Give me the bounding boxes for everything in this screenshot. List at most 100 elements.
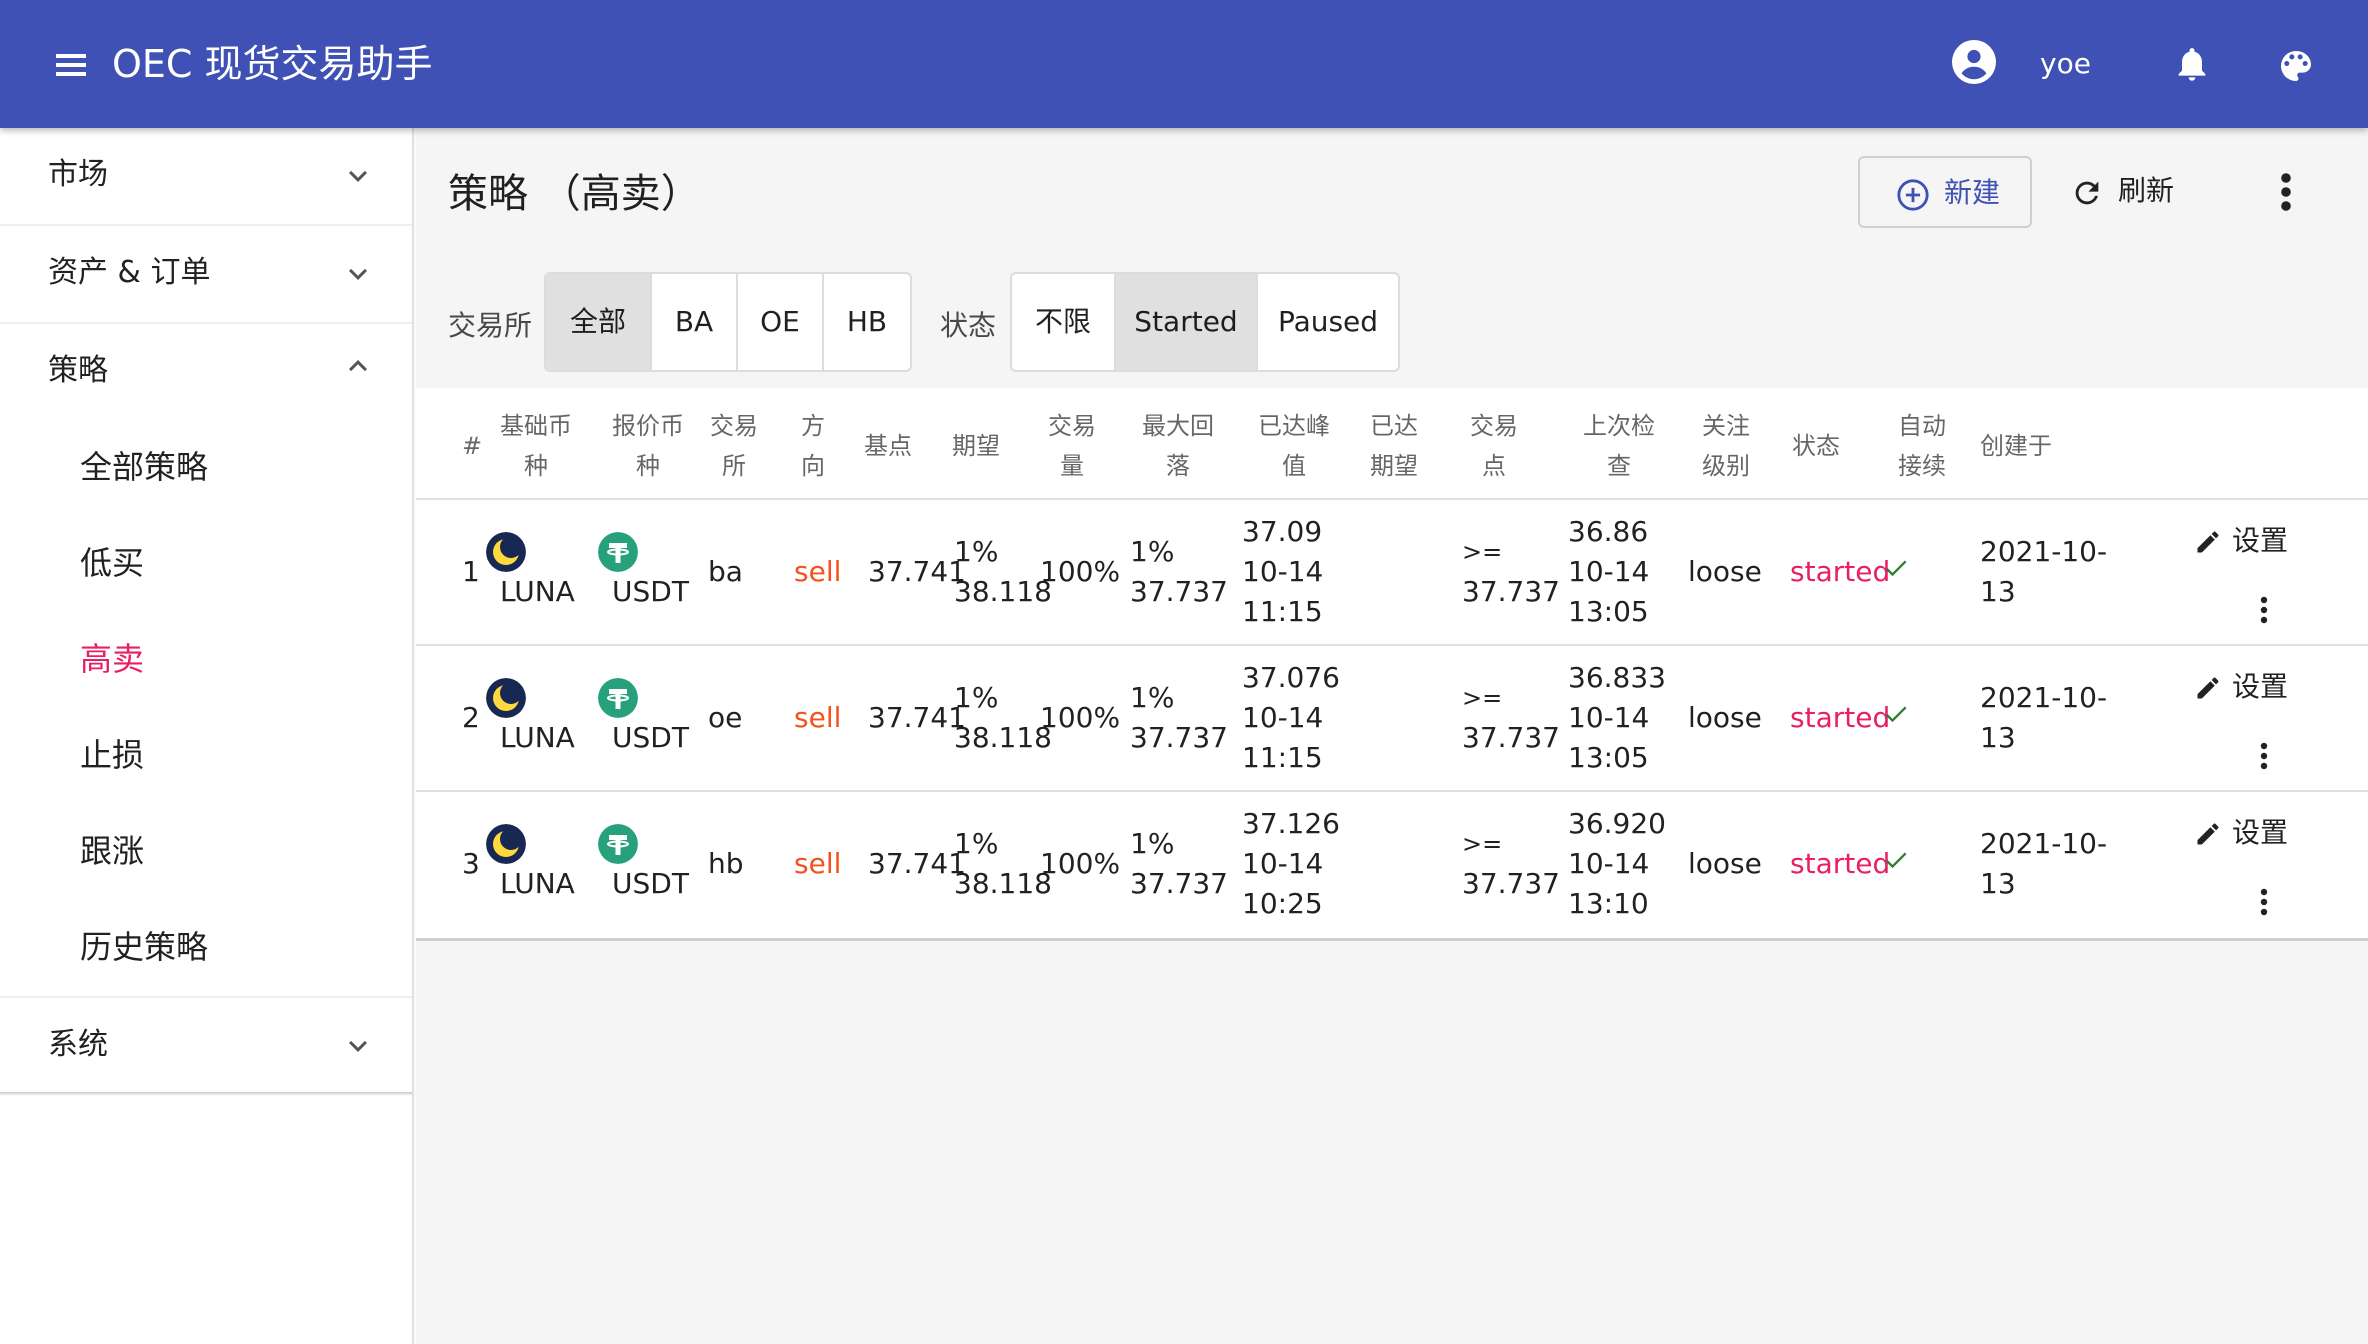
created-date-line1: 2021-10- [1980, 535, 2108, 568]
account-circle-icon[interactable] [1952, 40, 1996, 84]
luna-coin-icon [486, 678, 526, 718]
usdt-coin-icon [598, 678, 638, 718]
header-line: 值 [1282, 452, 1306, 480]
focus-level: loose [1688, 701, 1762, 734]
trade-operator: >= [1462, 538, 1503, 566]
sidebar-item-label: 高卖 [80, 640, 145, 678]
sidebar-item-history[interactable]: 历史策略 [0, 900, 412, 996]
peak-date: 10-14 [1242, 847, 1324, 880]
sidebar-group-market[interactable]: 市场 [0, 128, 412, 224]
sidebar-item-buy-low[interactable]: 低买 [0, 516, 412, 612]
setting-button[interactable]: 设置 [2194, 666, 2304, 708]
sidebar-item-label: 历史策略 [80, 928, 209, 966]
quote-coin: USDT [612, 575, 689, 608]
exchange-filter-label: 交易所 [448, 309, 533, 342]
drawdown-percent: 1% [1130, 681, 1175, 714]
header-basis: 基点 [864, 432, 912, 460]
header-direction: 方向 [788, 406, 838, 486]
header-base-coin: 基础币种 [478, 406, 594, 486]
sidebar-item-sell-high[interactable]: 高卖 [0, 612, 412, 708]
more-vert-icon[interactable] [2252, 594, 2276, 626]
last-check-time: 13:05 [1568, 595, 1649, 628]
volume: 100% [1040, 701, 1121, 734]
header-line: 已达峰 [1258, 412, 1330, 440]
sidebar: 市场 资产 & 订单 策略 全部策略 低买 高卖 止损 跟涨 历史策略 系统 [0, 128, 414, 1344]
header-reached-expect: 已达 期望 [1360, 406, 1428, 486]
more-vert-icon[interactable] [2252, 740, 2276, 772]
exchange-filter-group: 全部 BA OE HB [544, 272, 912, 372]
user-name[interactable]: yoe [2040, 44, 2091, 84]
chevron-down-icon [349, 170, 367, 182]
header-line: 所 [722, 452, 746, 480]
header-expect: 期望 [952, 432, 1000, 460]
more-vert-icon[interactable] [2252, 886, 2276, 918]
drawdown-value: 37.737 [1130, 867, 1228, 900]
bell-icon[interactable] [2172, 44, 2212, 84]
header-last-check: 上次检查 [1564, 406, 1674, 486]
refresh-icon [2075, 181, 2099, 205]
sidebar-item-all-strategies[interactable]: 全部策略 [0, 420, 412, 516]
header-line: 自动 [1898, 412, 1946, 440]
table-row: 1 LUNA USDT ba sell 37.741 1% 38.118 100… [416, 500, 2368, 646]
sidebar-group-strategy[interactable]: 策略 [0, 324, 412, 420]
setting-button[interactable]: 设置 [2194, 812, 2304, 854]
sidebar-item-label: 全部策略 [80, 448, 209, 486]
trade-value: 37.737 [1462, 575, 1560, 608]
base-coin: LUNA [500, 867, 575, 900]
usdt-coin-icon [598, 532, 638, 572]
status-option-any[interactable]: 不限 [1012, 274, 1116, 370]
expect-percent: 1% [954, 827, 999, 860]
sidebar-item-label: 止损 [80, 736, 145, 774]
header-line: 落 [1166, 452, 1190, 480]
sidebar-group-system[interactable]: 系统 [0, 998, 412, 1094]
last-check-value: 36.833 [1568, 661, 1666, 694]
exchange-option-hb[interactable]: HB [824, 274, 910, 370]
sidebar-item-stop-loss[interactable]: 止损 [0, 708, 412, 804]
exchange: ba [708, 555, 743, 588]
edit-icon [2197, 531, 2219, 553]
new-strategy-button[interactable]: 新建 [1858, 156, 2032, 228]
row-index: 2 [462, 701, 480, 734]
exchange-option-oe[interactable]: OE [738, 274, 824, 370]
volume: 100% [1040, 555, 1121, 588]
exchange-option-ba[interactable]: BA [652, 274, 738, 370]
setting-button[interactable]: 设置 [2194, 520, 2304, 562]
menu-icon[interactable] [42, 40, 102, 90]
trade-operator: >= [1462, 830, 1503, 858]
last-check-value: 36.920 [1568, 807, 1666, 840]
status-option-started[interactable]: Started [1116, 274, 1258, 370]
table-row: 3 LUNA USDT hb sell 37.741 1% 38.118 100… [416, 792, 2368, 938]
add-circle-icon [1897, 179, 1929, 211]
refresh-button[interactable]: 刷新 [2056, 156, 2186, 228]
sidebar-group-label: 资产 & 订单 [48, 255, 211, 290]
created-date-line1: 2021-10- [1980, 827, 2108, 860]
more-vert-icon[interactable] [2266, 164, 2306, 220]
setting-button-label: 设置 [2232, 524, 2289, 557]
main-content: 策略 （高卖） 新建 刷新 交易所 全部 BA OE HB 状态 不限 Star… [416, 128, 2368, 1344]
sidebar-group-label: 市场 [48, 157, 108, 192]
header-line: 种 [636, 452, 660, 480]
page-title: 策略 （高卖） [448, 171, 701, 217]
header-line: 点 [1482, 452, 1506, 480]
header-exchange: 交易所 [702, 406, 766, 486]
exchange-option-all[interactable]: 全部 [546, 274, 652, 370]
chevron-up-icon [349, 360, 367, 372]
trade-operator: >= [1462, 684, 1503, 712]
peak-date: 10-14 [1242, 701, 1324, 734]
status-option-paused[interactable]: Paused [1258, 274, 1398, 370]
header-volume: 交易量 [1034, 406, 1110, 486]
header-focus-level: 关注 级别 [1692, 406, 1760, 486]
peak-time: 10:25 [1242, 887, 1323, 920]
check-icon [1885, 560, 1907, 577]
app-bar: OEC 现货交易助手 yoe [0, 0, 2368, 128]
new-button-label: 新建 [1944, 176, 2001, 209]
palette-icon[interactable] [2276, 46, 2316, 86]
header-line: 交易 [1048, 412, 1096, 440]
sidebar-group-assets-orders[interactable]: 资产 & 订单 [0, 226, 412, 322]
row-index: 3 [462, 847, 480, 880]
header-line: 最大回 [1142, 412, 1214, 440]
luna-coin-icon [486, 824, 526, 864]
direction: sell [794, 701, 842, 734]
sidebar-item-trailing[interactable]: 跟涨 [0, 804, 412, 900]
status-filter-group: 不限 Started Paused [1010, 272, 1400, 372]
